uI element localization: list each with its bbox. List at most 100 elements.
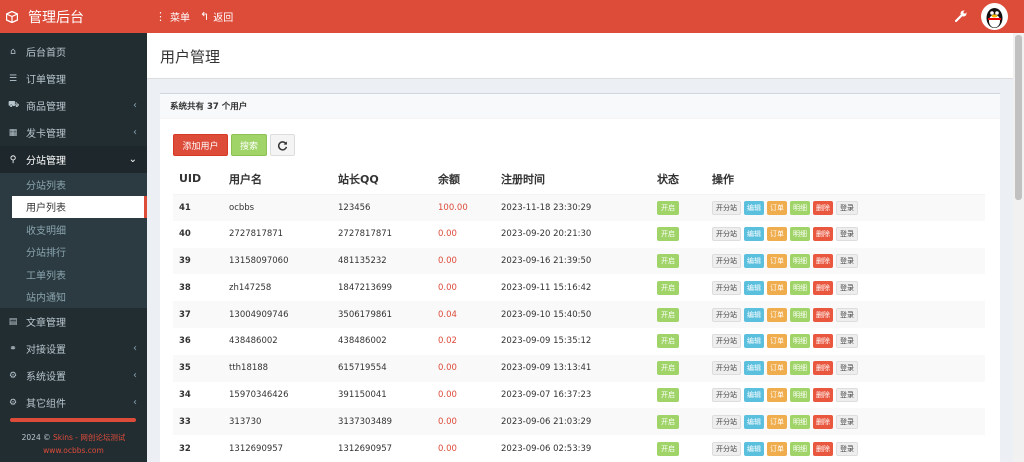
- delete-button[interactable]: 删除: [813, 227, 833, 242]
- status-badge[interactable]: 开启: [657, 307, 679, 322]
- delete-button[interactable]: 删除: [813, 387, 833, 402]
- app-logo[interactable]: 管理后台: [0, 0, 147, 33]
- details-button[interactable]: 明细: [790, 441, 810, 456]
- submenu-item-site-list[interactable]: 分站列表: [0, 173, 147, 196]
- open-substation-button[interactable]: 开分站: [712, 334, 741, 349]
- sidebar-scroll-indicator[interactable]: [10, 418, 136, 422]
- submenu-item-user-list[interactable]: 用户列表: [12, 195, 147, 218]
- open-substation-button[interactable]: 开分站: [712, 361, 741, 376]
- orders-button[interactable]: 订单: [767, 253, 787, 268]
- login-button[interactable]: 登录: [836, 227, 858, 242]
- login-button[interactable]: 登录: [836, 253, 858, 268]
- submenu-item-notices[interactable]: 站内通知: [0, 286, 147, 309]
- sidebar-item-articles[interactable]: ▤ 文章管理: [0, 308, 147, 335]
- wrench-icon[interactable]: [954, 9, 968, 23]
- status-badge[interactable]: 开启: [657, 387, 679, 402]
- page-scrollbar[interactable]: [1013, 33, 1024, 462]
- edit-button[interactable]: 编辑: [744, 227, 764, 242]
- open-substation-button[interactable]: 开分站: [712, 253, 741, 268]
- login-button[interactable]: 登录: [836, 334, 858, 349]
- orders-button[interactable]: 订单: [767, 414, 787, 429]
- delete-button[interactable]: 删除: [813, 361, 833, 376]
- open-substation-button[interactable]: 开分站: [712, 387, 741, 402]
- col-register-time[interactable]: 注册时间: [495, 164, 651, 195]
- edit-button[interactable]: 编辑: [744, 200, 764, 215]
- status-badge[interactable]: 开启: [657, 334, 679, 349]
- col-qq[interactable]: 站长QQ: [332, 164, 432, 195]
- refresh-button[interactable]: [270, 134, 295, 156]
- orders-button[interactable]: 订单: [767, 307, 787, 322]
- col-uid[interactable]: UID: [173, 164, 223, 195]
- login-button[interactable]: 登录: [836, 441, 858, 456]
- orders-button[interactable]: 订单: [767, 280, 787, 295]
- login-button[interactable]: 登录: [836, 307, 858, 322]
- orders-button[interactable]: 订单: [767, 334, 787, 349]
- open-substation-button[interactable]: 开分站: [712, 307, 741, 322]
- edit-button[interactable]: 编辑: [744, 414, 764, 429]
- status-badge[interactable]: 开启: [657, 253, 679, 268]
- details-button[interactable]: 明细: [790, 307, 810, 322]
- orders-button[interactable]: 订单: [767, 200, 787, 215]
- open-substation-button[interactable]: 开分站: [712, 441, 741, 456]
- edit-button[interactable]: 编辑: [744, 441, 764, 456]
- submenu-item-ranking[interactable]: 分站排行: [0, 241, 147, 264]
- sidebar-item-cards[interactable]: ▦ 发卡管理 ‹: [0, 119, 147, 146]
- menu-toggle-button[interactable]: ⋮ 菜单: [155, 9, 190, 24]
- details-button[interactable]: 明细: [790, 361, 810, 376]
- edit-button[interactable]: 编辑: [744, 334, 764, 349]
- edit-button[interactable]: 编辑: [744, 280, 764, 295]
- delete-button[interactable]: 删除: [813, 441, 833, 456]
- open-substation-button[interactable]: 开分站: [712, 414, 741, 429]
- details-button[interactable]: 明细: [790, 334, 810, 349]
- col-balance[interactable]: 余额: [432, 164, 495, 195]
- orders-button[interactable]: 订单: [767, 441, 787, 456]
- search-button[interactable]: 搜索: [231, 134, 267, 156]
- status-badge[interactable]: 开启: [657, 200, 679, 215]
- login-button[interactable]: 登录: [836, 200, 858, 215]
- submenu-item-tickets[interactable]: 工单列表: [0, 263, 147, 286]
- sidebar-item-dashboard[interactable]: ⌂ 后台首页: [0, 38, 147, 65]
- delete-button[interactable]: 删除: [813, 307, 833, 322]
- login-button[interactable]: 登录: [836, 414, 858, 429]
- details-button[interactable]: 明细: [790, 414, 810, 429]
- back-button[interactable]: ↰ 返回: [200, 9, 233, 24]
- sidebar-item-components[interactable]: ⚙ 其它组件 ‹: [0, 389, 147, 416]
- sidebar-item-orders[interactable]: ☰ 订单管理: [0, 65, 147, 92]
- sidebar-item-settings[interactable]: ⚙ 系统设置 ‹: [0, 362, 147, 389]
- delete-button[interactable]: 删除: [813, 280, 833, 295]
- login-button[interactable]: 登录: [836, 361, 858, 376]
- footer-site[interactable]: www.ocbbs.com: [0, 444, 147, 457]
- submenu-item-finance[interactable]: 收支明细: [0, 218, 147, 241]
- col-actions[interactable]: 操作: [706, 164, 985, 195]
- status-badge[interactable]: 开启: [657, 227, 679, 242]
- edit-button[interactable]: 编辑: [744, 307, 764, 322]
- orders-button[interactable]: 订单: [767, 387, 787, 402]
- open-substation-button[interactable]: 开分站: [712, 227, 741, 242]
- status-badge[interactable]: 开启: [657, 441, 679, 456]
- login-button[interactable]: 登录: [836, 387, 858, 402]
- status-badge[interactable]: 开启: [657, 280, 679, 295]
- add-user-button[interactable]: 添加用户: [173, 134, 228, 156]
- details-button[interactable]: 明细: [790, 227, 810, 242]
- details-button[interactable]: 明细: [790, 200, 810, 215]
- sidebar-item-products[interactable]: ⛟ 商品管理 ‹: [0, 92, 147, 119]
- delete-button[interactable]: 删除: [813, 200, 833, 215]
- open-substation-button[interactable]: 开分站: [712, 280, 741, 295]
- edit-button[interactable]: 编辑: [744, 387, 764, 402]
- sidebar-item-substations[interactable]: ⚲ 分站管理 ⌄: [0, 146, 147, 173]
- col-username[interactable]: 用户名: [223, 164, 332, 195]
- delete-button[interactable]: 删除: [813, 334, 833, 349]
- login-button[interactable]: 登录: [836, 280, 858, 295]
- edit-button[interactable]: 编辑: [744, 361, 764, 376]
- open-substation-button[interactable]: 开分站: [712, 200, 741, 215]
- details-button[interactable]: 明细: [790, 253, 810, 268]
- footer-link[interactable]: Skins - 网创论坛测试: [53, 433, 125, 442]
- delete-button[interactable]: 删除: [813, 253, 833, 268]
- details-button[interactable]: 明细: [790, 280, 810, 295]
- orders-button[interactable]: 订单: [767, 361, 787, 376]
- status-badge[interactable]: 开启: [657, 414, 679, 429]
- edit-button[interactable]: 编辑: [744, 253, 764, 268]
- user-avatar[interactable]: [981, 3, 1008, 30]
- scrollbar-thumb[interactable]: [1015, 35, 1022, 200]
- orders-button[interactable]: 订单: [767, 227, 787, 242]
